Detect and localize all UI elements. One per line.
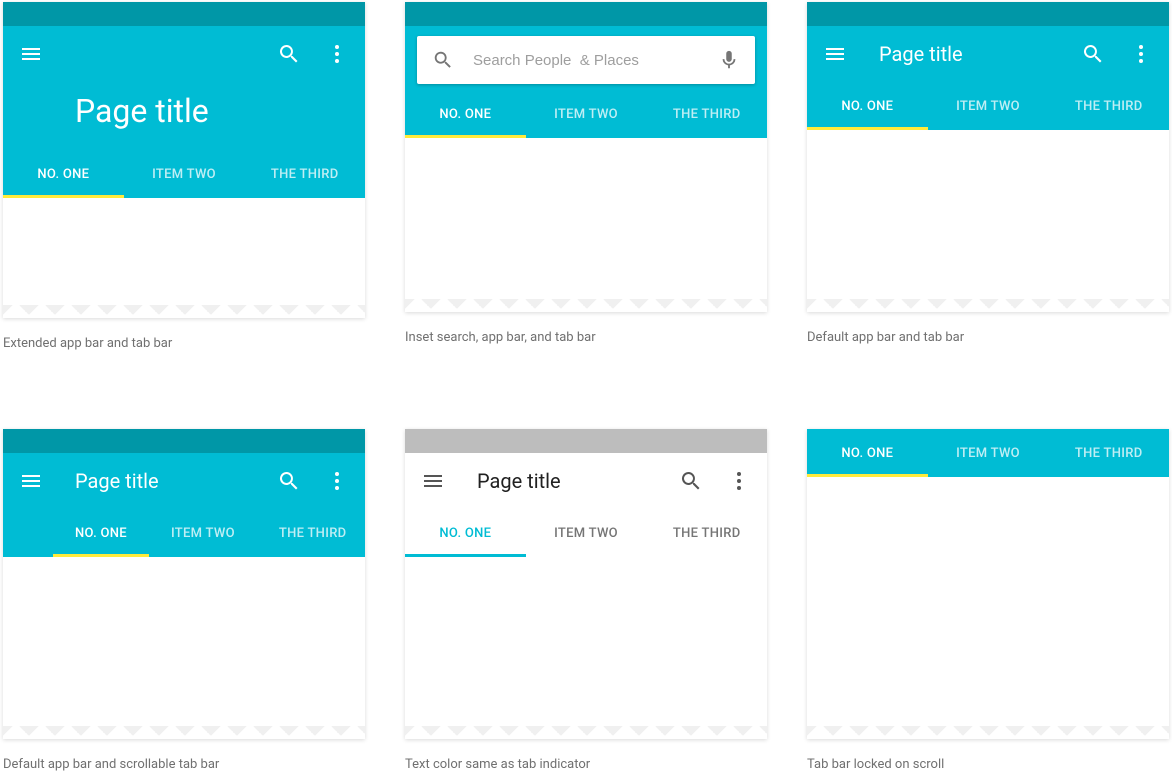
page-title: Page title: [879, 42, 1081, 66]
app-bar: NO. ONE ITEM TWO THE THIRD: [405, 26, 767, 138]
search-icon[interactable]: [277, 469, 301, 493]
tab-three[interactable]: THE THIRD: [646, 509, 767, 557]
tab-bar: NO. ONE ITEM TWO THE THIRD: [3, 150, 365, 198]
more-vert-icon[interactable]: [727, 469, 751, 493]
tab-bar: NO. ONE ITEM TWO THE THIRD: [405, 90, 767, 138]
more-vert-icon[interactable]: [325, 469, 349, 493]
menu-icon[interactable]: [19, 42, 43, 66]
tab-three[interactable]: THE THIRD: [244, 150, 365, 198]
content-area: [405, 138, 767, 312]
content-area: [3, 198, 365, 318]
app-bar: Page title NO. ONE ITEM TWO THE THIRD: [3, 453, 365, 557]
menu-icon[interactable]: [19, 469, 43, 493]
tab-two[interactable]: ITEM TWO: [526, 509, 647, 557]
tab-bar: NO. ONE ITEM TWO THE THIRD: [807, 82, 1169, 130]
tab-one[interactable]: NO. ONE: [807, 82, 928, 130]
status-bar: [807, 2, 1169, 26]
tab-one[interactable]: NO. ONE: [405, 90, 526, 138]
content-area: [3, 557, 365, 739]
status-bar: [405, 429, 767, 453]
tab-two[interactable]: ITEM TWO: [124, 150, 245, 198]
status-bar: [3, 429, 365, 453]
menu-icon[interactable]: [421, 469, 445, 493]
tab-three[interactable]: THE THIRD: [1048, 429, 1169, 477]
tab-two[interactable]: ITEM TWO: [928, 429, 1049, 477]
tab-bar-scrollable[interactable]: NO. ONE ITEM TWO THE THIRD: [3, 509, 365, 557]
status-bar: [405, 2, 767, 26]
app-bar: Page title NO. ONE ITEM TWO THE THIRD: [807, 26, 1169, 130]
search-icon[interactable]: [277, 42, 301, 66]
search-input[interactable]: [473, 52, 699, 69]
torn-edge: [807, 726, 1169, 739]
tab-three[interactable]: THE THIRD: [1048, 82, 1169, 130]
more-vert-icon[interactable]: [325, 42, 349, 66]
tab-bar: NO. ONE ITEM TWO THE THIRD: [405, 509, 767, 557]
example-default-appbar: Page title NO. ONE ITEM TWO THE THIRD De…: [807, 2, 1169, 351]
tab-one[interactable]: NO. ONE: [405, 509, 526, 557]
app-bar: Page title NO. ONE ITEM TWO THE THIRD: [405, 453, 767, 557]
page-title: Page title: [75, 469, 277, 493]
tab-two[interactable]: ITEM TWO: [526, 90, 647, 138]
example-locked-tabs: NO. ONE ITEM TWO THE THIRD Tab bar locke…: [807, 429, 1169, 772]
page-title: Page title: [477, 469, 679, 493]
caption: Inset search, app bar, and tab bar: [405, 312, 767, 345]
tab-two[interactable]: ITEM TWO: [928, 82, 1049, 130]
torn-edge: [3, 305, 365, 318]
tab-three[interactable]: THE THIRD: [646, 90, 767, 138]
mic-icon[interactable]: [717, 48, 741, 72]
tab-bar: NO. ONE ITEM TWO THE THIRD: [807, 429, 1169, 477]
caption: Extended app bar and tab bar: [3, 318, 365, 351]
app-bar: Page title NO. ONE ITEM TWO THE THIRD: [3, 26, 365, 198]
torn-edge: [405, 299, 767, 312]
tab-one[interactable]: NO. ONE: [807, 429, 928, 477]
app-bar: NO. ONE ITEM TWO THE THIRD: [807, 429, 1169, 477]
caption: Text color same as tab indicator: [405, 739, 767, 772]
search-icon[interactable]: [679, 469, 703, 493]
search-icon[interactable]: [431, 48, 455, 72]
torn-edge: [405, 726, 767, 739]
tab-three[interactable]: THE THIRD: [257, 509, 365, 557]
tab-one[interactable]: NO. ONE: [3, 150, 124, 198]
caption: Tab bar locked on scroll: [807, 739, 1169, 772]
example-extended-appbar: Page title NO. ONE ITEM TWO THE THIRD Ex…: [3, 2, 365, 351]
menu-icon[interactable]: [823, 42, 847, 66]
content-area: [405, 557, 767, 739]
tab-two[interactable]: ITEM TWO: [149, 509, 257, 557]
search-icon[interactable]: [1081, 42, 1105, 66]
page-title: Page title: [3, 82, 365, 150]
torn-edge: [3, 726, 365, 739]
torn-edge: [807, 299, 1169, 312]
status-bar: [3, 2, 365, 26]
caption: Default app bar and tab bar: [807, 312, 1169, 345]
more-vert-icon[interactable]: [1129, 42, 1153, 66]
content-area: [807, 130, 1169, 312]
example-white-appbar: Page title NO. ONE ITEM TWO THE THIRD Te…: [405, 429, 767, 772]
search-box[interactable]: [417, 36, 755, 84]
example-scrollable-tabs: Page title NO. ONE ITEM TWO THE THIRD De…: [3, 429, 365, 772]
tab-one[interactable]: NO. ONE: [53, 509, 149, 557]
example-inset-search: NO. ONE ITEM TWO THE THIRD Inset search,…: [405, 2, 767, 351]
content-area: [807, 477, 1169, 739]
caption: Default app bar and scrollable tab bar: [3, 739, 365, 772]
